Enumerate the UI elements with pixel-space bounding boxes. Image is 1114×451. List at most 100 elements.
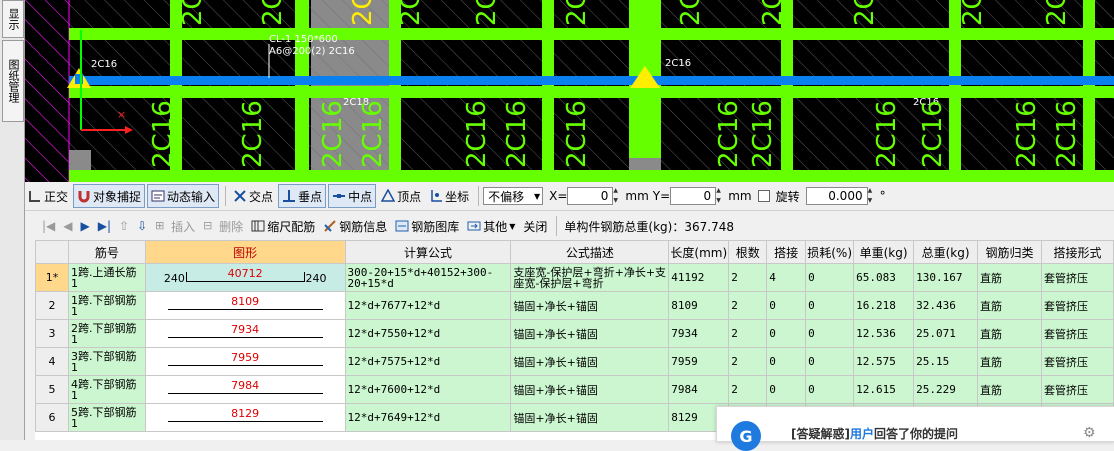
length-cell[interactable]: 7934 [668, 319, 730, 348]
bar-number-cell[interactable]: 5跨.下部钢筋1 [67, 403, 146, 432]
object-snap-button[interactable]: 对象捕捉 [73, 184, 146, 208]
bar-number-cell[interactable]: 1跨.下部钢筋1 [67, 291, 146, 320]
rebar-class-cell[interactable]: 直筋 [977, 263, 1042, 292]
tab-display[interactable]: 显示 [2, 0, 24, 38]
rebar-class-cell[interactable]: 直筋 [977, 319, 1042, 348]
table-row[interactable]: 5 4跨.下部钢筋1 7984 12*d+7600+12*d 锚固+净长+锚固 … [35, 375, 1114, 404]
col-header-lap[interactable]: 搭接 [766, 240, 807, 264]
loss-cell[interactable]: 0 [805, 263, 855, 292]
table-row[interactable]: 4 3跨.下部钢筋1 7959 12*d+7575+12*d 锚固+净长+锚固 … [35, 347, 1114, 376]
move-down-button[interactable]: ⇩ [134, 215, 150, 237]
shape-cell[interactable]: 8109 [144, 291, 346, 320]
total-weight-cell[interactable]: 25.15 [913, 347, 979, 376]
move-up-button[interactable]: ⇧ [116, 215, 132, 237]
bar-number-cell[interactable]: 3跨.下部钢筋1 [67, 347, 146, 376]
table-row[interactable]: 3 2跨.下部钢筋1 7934 12*d+7550+12*d 锚固+净长+锚固 … [35, 319, 1114, 348]
count-cell[interactable]: 2 [728, 291, 768, 320]
unit-weight-cell[interactable]: 65.083 [853, 263, 915, 292]
unit-weight-cell[interactable]: 12.536 [853, 319, 915, 348]
scale-rebar-button[interactable]: 缩尺配筋 [248, 215, 318, 237]
formula-cell[interactable]: 300-20+15*d+40152+300-20+15*d [344, 263, 512, 292]
first-record-button[interactable]: |◀ [39, 215, 58, 237]
rebar-info-button[interactable]: 钢筋信息 [320, 215, 390, 237]
shape-cell[interactable]: 8129 [144, 403, 346, 432]
last-record-button[interactable]: ▶| [95, 215, 114, 237]
total-weight-cell[interactable]: 130.167 [913, 263, 979, 292]
cad-drawing-view[interactable]: × CL-1 150*600 A6@200(2) 2C16 2C16 2C16 … [25, 0, 1114, 182]
count-cell[interactable]: 2 [728, 375, 768, 404]
formula-desc-cell[interactable]: 锚固+净长+锚固 [510, 319, 670, 348]
intersection-button[interactable]: 交点 [230, 185, 276, 207]
lap-type-cell[interactable]: 套管挤压 [1040, 291, 1114, 320]
lap-type-cell[interactable]: 套管挤压 [1040, 263, 1114, 292]
formula-cell[interactable]: 12*d+7600+12*d [344, 375, 512, 404]
col-header-rebar-class[interactable]: 钢筋归类 [977, 240, 1042, 264]
lap-cell[interactable]: 0 [766, 375, 807, 404]
close-button[interactable]: 关闭 [520, 215, 550, 237]
next-record-button[interactable]: ▶ [78, 215, 93, 237]
unit-weight-cell[interactable]: 12.615 [853, 375, 915, 404]
insert-button[interactable]: ⊞ 插入 [152, 215, 198, 237]
col-header-total-weight[interactable]: 总重(kg) [913, 240, 979, 264]
formula-cell[interactable]: 12*d+7677+12*d [344, 291, 512, 320]
loss-cell[interactable]: 0 [805, 375, 855, 404]
row-number[interactable]: 2 [35, 291, 69, 320]
lap-type-cell[interactable]: 套管挤压 [1040, 375, 1114, 404]
formula-desc-cell[interactable]: 锚固+净长+锚固 [510, 375, 670, 404]
formula-cell[interactable]: 12*d+7575+12*d [344, 347, 512, 376]
lap-cell[interactable]: 0 [766, 319, 807, 348]
row-number[interactable]: 6 [35, 403, 69, 432]
count-cell[interactable]: 2 [728, 263, 768, 292]
coordinate-button[interactable]: 坐标 [426, 185, 472, 207]
prev-record-button[interactable]: ◀ [60, 215, 75, 237]
row-number[interactable]: 1* [35, 263, 69, 292]
notification-user[interactable]: 用户 [850, 427, 874, 441]
dynamic-input-button[interactable]: 动态输入 [147, 184, 220, 208]
rebar-library-button[interactable]: 钢筋图库 [392, 215, 462, 237]
length-cell[interactable]: 7959 [668, 347, 730, 376]
formula-desc-cell[interactable]: 锚固+净长+锚固 [510, 403, 670, 432]
rebar-class-cell[interactable]: 直筋 [977, 347, 1042, 376]
loss-cell[interactable]: 0 [805, 291, 855, 320]
length-cell[interactable]: 7984 [668, 375, 730, 404]
rebar-class-cell[interactable]: 直筋 [977, 291, 1042, 320]
col-header-bar-number[interactable]: 筋号 [67, 240, 146, 264]
formula-cell[interactable]: 12*d+7649+12*d [344, 403, 512, 432]
formula-desc-cell[interactable]: 支座宽-保护层+弯折+净长+支座宽-保护层+弯折 [510, 263, 670, 292]
row-number[interactable]: 4 [35, 347, 69, 376]
lap-cell[interactable]: 4 [766, 263, 807, 292]
orthogonal-button[interactable]: 正交 [25, 185, 71, 207]
col-header-loss[interactable]: 损耗(%) [805, 240, 855, 264]
formula-desc-cell[interactable]: 锚固+净长+锚固 [510, 347, 670, 376]
length-cell[interactable]: 8109 [668, 291, 730, 320]
lap-cell[interactable]: 0 [766, 291, 807, 320]
table-row[interactable]: 1* 1跨.上通长筋1 240 40712 240 300-20+15*d+40… [35, 263, 1114, 292]
loss-cell[interactable]: 0 [805, 319, 855, 348]
unit-weight-cell[interactable]: 16.218 [853, 291, 915, 320]
vertex-button[interactable]: 顶点 [378, 185, 424, 207]
table-row[interactable]: 2 1跨.下部钢筋1 8109 12*d+7677+12*d 锚固+净长+锚固 … [35, 291, 1114, 320]
shape-cell[interactable]: 7959 [144, 347, 346, 376]
tab-drawing-management[interactable]: 图纸管理 [2, 40, 24, 122]
rotate-checkbox[interactable] [757, 190, 770, 202]
formula-cell[interactable]: 12*d+7550+12*d [344, 319, 512, 348]
notification-popup[interactable]: G [答疑解惑]用户回答了你的提问 ⚙ [716, 406, 1114, 451]
shape-cell[interactable]: 240 40712 240 [144, 263, 346, 292]
delete-button[interactable]: ⊟ 删除 [200, 215, 246, 237]
bar-number-cell[interactable]: 4跨.下部钢筋1 [67, 375, 146, 404]
shape-cell[interactable]: 7984 [144, 375, 346, 404]
rotate-spinner[interactable]: ▲ ▼ [868, 187, 878, 205]
gear-icon[interactable]: ⚙ [1083, 425, 1096, 441]
col-header-formula[interactable]: 计算公式 [344, 240, 512, 264]
lap-type-cell[interactable]: 套管挤压 [1040, 319, 1114, 348]
row-number[interactable]: 5 [35, 375, 69, 404]
y-input[interactable]: 0 [670, 187, 717, 205]
x-spinner[interactable]: ▲ ▼ [613, 187, 623, 205]
col-header-lap-type[interactable]: 搭接形式 [1040, 240, 1114, 264]
rebar-class-cell[interactable]: 直筋 [977, 375, 1042, 404]
col-header-length[interactable]: 长度(mm) [668, 240, 730, 264]
col-header-unit-weight[interactable]: 单重(kg) [853, 240, 915, 264]
loss-cell[interactable]: 0 [805, 347, 855, 376]
col-header-count[interactable]: 根数 [728, 240, 768, 264]
col-header-formula-desc[interactable]: 公式描述 [510, 240, 670, 264]
